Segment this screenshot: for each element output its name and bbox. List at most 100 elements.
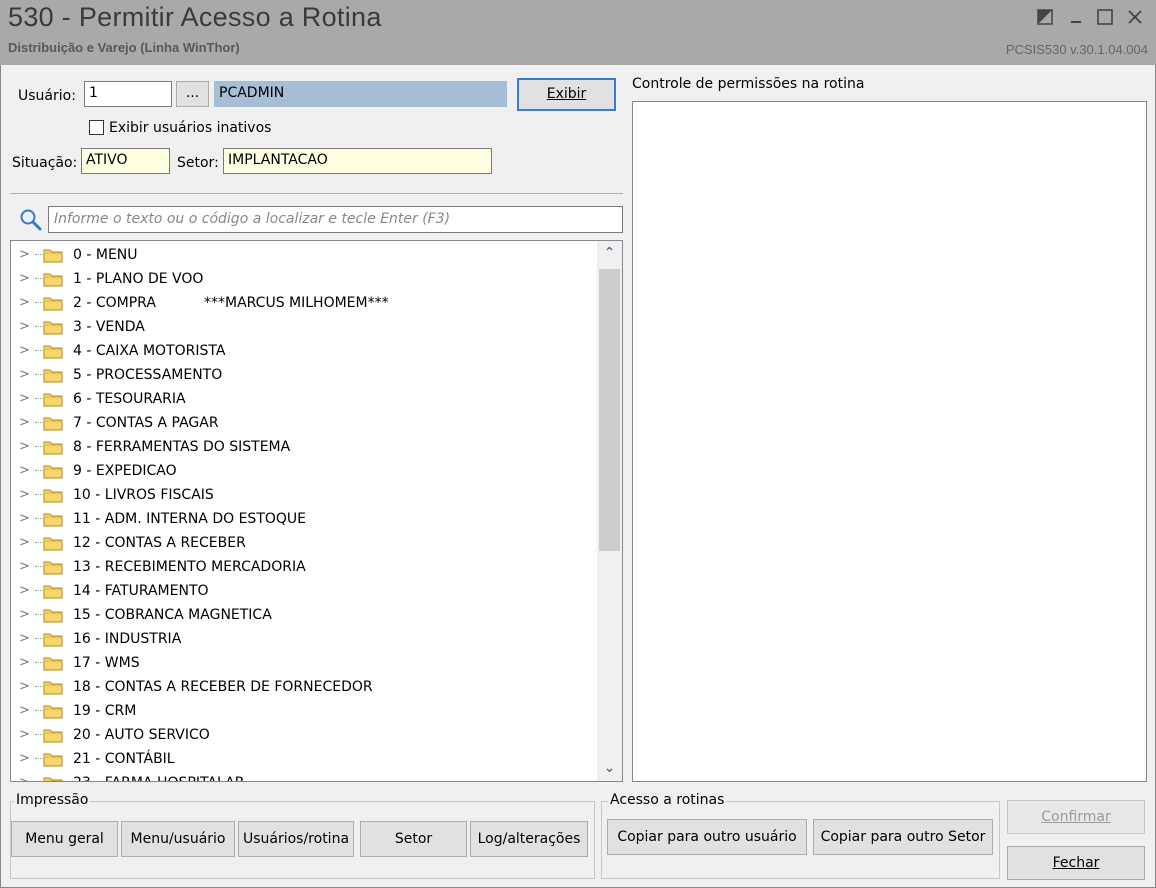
separator xyxy=(10,193,623,194)
folder-icon xyxy=(43,367,63,383)
tree-connector xyxy=(35,542,43,543)
tree-item[interactable]: >1 - PLANO DE VOO xyxy=(11,267,596,291)
scroll-up-icon[interactable]: ⌃ xyxy=(597,241,622,266)
tree-connector xyxy=(35,374,43,375)
tree-item-label: 12 - CONTAS A RECEBER xyxy=(73,535,246,551)
tree-item[interactable]: >23 - FARMA HOSPITALAR xyxy=(11,771,596,781)
tree-item[interactable]: >20 - AUTO SERVICO xyxy=(11,723,596,747)
chevron-right-icon[interactable]: > xyxy=(19,435,30,459)
tree-item-label: 18 - CONTAS A RECEBER DE FORNECEDOR xyxy=(73,679,373,695)
close-button[interactable]: Fechar xyxy=(1007,846,1145,880)
tree-item[interactable]: >17 - WMS xyxy=(11,651,596,675)
tree-item[interactable]: >3 - VENDA xyxy=(11,315,596,339)
tree-item[interactable]: >21 - CONTÁBIL xyxy=(11,747,596,771)
copy-to-user-button[interactable]: Copiar para outro usuário xyxy=(607,819,807,855)
tree-item[interactable]: >5 - PROCESSAMENTO xyxy=(11,363,596,387)
permissions-panel[interactable] xyxy=(632,101,1147,782)
confirm-button[interactable]: Confirmar xyxy=(1007,800,1145,834)
tree-item[interactable]: >16 - INDUSTRIA xyxy=(11,627,596,651)
tree-connector xyxy=(35,446,43,447)
user-code-field[interactable]: 1 xyxy=(84,81,172,107)
usuarios-rotina-button[interactable]: Usuários/rotina xyxy=(238,821,354,857)
tree-item[interactable]: >15 - COBRANCA MAGNETICA xyxy=(11,603,596,627)
folder-icon xyxy=(43,655,63,671)
inactive-users-checkbox[interactable] xyxy=(89,120,104,135)
tree-item[interactable]: >14 - FATURAMENTO xyxy=(11,579,596,603)
folder-icon xyxy=(43,535,63,551)
version-label: PCSIS530 v.30.1.04.004 xyxy=(1005,42,1148,57)
setor-label: Setor: xyxy=(177,155,219,171)
folder-icon xyxy=(43,631,63,647)
tree-item-label: 19 - CRM xyxy=(73,703,137,719)
tree-item-label: 0 - MENU xyxy=(73,247,138,263)
chevron-right-icon[interactable]: > xyxy=(19,267,30,291)
permissions-title: Controle de permissões na rotina xyxy=(632,76,864,92)
menu-usuario-button[interactable]: Menu/usuário xyxy=(121,821,235,857)
chevron-right-icon[interactable]: > xyxy=(19,339,30,363)
chevron-right-icon[interactable]: > xyxy=(19,747,30,771)
tree-item[interactable]: >6 - TESOURARIA xyxy=(11,387,596,411)
tree-connector xyxy=(35,470,43,471)
minimize-icon[interactable] xyxy=(1066,6,1088,28)
tree-item[interactable]: >8 - FERRAMENTAS DO SISTEMA xyxy=(11,435,596,459)
impressao-title: Impressão xyxy=(14,792,91,808)
chevron-right-icon[interactable]: > xyxy=(19,627,30,651)
chevron-right-icon[interactable]: > xyxy=(19,243,30,267)
chevron-right-icon[interactable]: > xyxy=(19,579,30,603)
folder-icon xyxy=(43,271,63,287)
tree-item-label: 8 - FERRAMENTAS DO SISTEMA xyxy=(73,439,291,455)
chevron-right-icon[interactable]: > xyxy=(19,651,30,675)
tree-connector xyxy=(35,686,43,687)
search-icon xyxy=(18,207,44,233)
tree-item[interactable]: >2 - COMPRA ***MARCUS MILHOMEM*** xyxy=(11,291,596,315)
tree-list: >0 - MENU >1 - PLANO DE VOO >2 - COMPRA ***… xyxy=(11,243,596,781)
chevron-right-icon[interactable]: > xyxy=(19,603,30,627)
copy-to-sector-button[interactable]: Copiar para outro Setor xyxy=(813,819,993,855)
tree-scrollbar[interactable]: ⌃ ⌄ xyxy=(597,241,622,781)
tree-item[interactable]: >10 - LIVROS FISCAIS xyxy=(11,483,596,507)
scroll-down-icon[interactable]: ⌄ xyxy=(597,756,622,781)
confirm-label: Confirmar xyxy=(1041,809,1111,825)
chevron-right-icon[interactable]: > xyxy=(19,363,30,387)
tree-item[interactable]: >9 - EXPEDICAO xyxy=(11,459,596,483)
chevron-right-icon[interactable]: > xyxy=(19,291,30,315)
chevron-right-icon[interactable]: > xyxy=(19,411,30,435)
show-button[interactable]: Exibir xyxy=(517,78,616,111)
chevron-right-icon[interactable]: > xyxy=(19,459,30,483)
tree-item-label: 13 - RECEBIMENTO MERCADORIA xyxy=(73,559,306,575)
tree-item[interactable]: >0 - MENU xyxy=(11,243,596,267)
chevron-right-icon[interactable]: > xyxy=(19,315,30,339)
restore-icon[interactable] xyxy=(1034,6,1056,28)
close-icon[interactable] xyxy=(1124,6,1146,28)
chevron-right-icon[interactable]: > xyxy=(19,507,30,531)
tree-item[interactable]: >4 - CAIXA MOTORISTA xyxy=(11,339,596,363)
tree-item-label: 4 - CAIXA MOTORISTA xyxy=(73,343,226,359)
tree-connector xyxy=(35,710,43,711)
menu-geral-button[interactable]: Menu geral xyxy=(11,821,118,857)
chevron-right-icon[interactable]: > xyxy=(19,387,30,411)
chevron-right-icon[interactable]: > xyxy=(19,483,30,507)
tree-connector xyxy=(35,302,43,303)
user-name-field: PCADMIN xyxy=(214,81,507,107)
chevron-right-icon[interactable]: > xyxy=(19,699,30,723)
tree-item-label: 7 - CONTAS A PAGAR xyxy=(73,415,219,431)
chevron-right-icon[interactable]: > xyxy=(19,555,30,579)
chevron-right-icon[interactable]: > xyxy=(19,771,30,781)
tree-item[interactable]: >11 - ADM. INTERNA DO ESTOQUE xyxy=(11,507,596,531)
tree-item[interactable]: >19 - CRM xyxy=(11,699,596,723)
user-lookup-button[interactable]: ... xyxy=(176,81,209,107)
scroll-thumb[interactable] xyxy=(599,269,620,551)
tree-item[interactable]: >12 - CONTAS A RECEBER xyxy=(11,531,596,555)
tree-item[interactable]: >13 - RECEBIMENTO MERCADORIA xyxy=(11,555,596,579)
chevron-right-icon[interactable]: > xyxy=(19,723,30,747)
log-alteracoes-button[interactable]: Log/alterações xyxy=(470,821,588,857)
routine-tree[interactable]: >0 - MENU >1 - PLANO DE VOO >2 - COMPRA ***… xyxy=(10,240,623,782)
tree-item[interactable]: >18 - CONTAS A RECEBER DE FORNECEDOR xyxy=(11,675,596,699)
chevron-right-icon[interactable]: > xyxy=(19,531,30,555)
search-input[interactable]: Informe o texto ou o código a localizar … xyxy=(48,206,623,233)
folder-icon xyxy=(43,463,63,479)
maximize-icon[interactable] xyxy=(1094,6,1116,28)
tree-item[interactable]: >7 - CONTAS A PAGAR xyxy=(11,411,596,435)
setor-button[interactable]: Setor xyxy=(360,821,467,857)
chevron-right-icon[interactable]: > xyxy=(19,675,30,699)
